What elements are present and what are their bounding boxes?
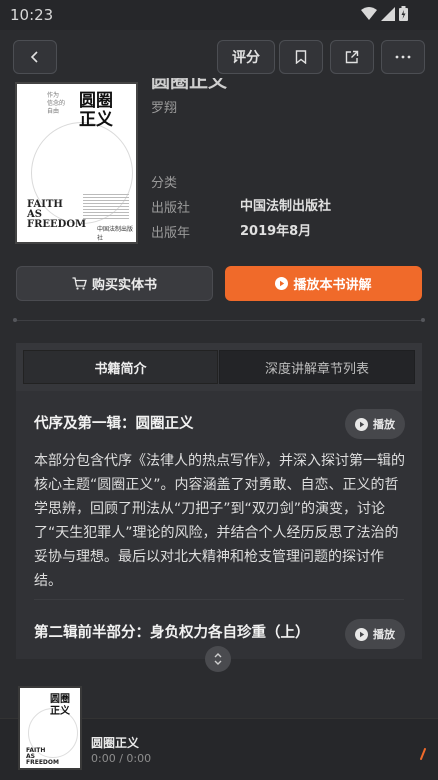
cover-series-text: 作为 信念的 自由	[47, 92, 66, 115]
expand-icon	[214, 653, 222, 665]
playback-time: 0:00 / 0:00	[91, 752, 152, 765]
section-separator	[34, 599, 404, 600]
section-title: 代序及第一辑：圆圈正义	[34, 416, 194, 432]
tab-chapter-list[interactable]: 深度讲解章节列表	[219, 350, 415, 384]
cover-publisher: 中国法制出版社	[97, 226, 134, 242]
play-circle-icon	[355, 627, 368, 641]
cover-text-block	[83, 194, 129, 220]
category-label: 分类	[151, 176, 178, 191]
more-icon	[395, 55, 411, 59]
divider-dot-right	[421, 318, 425, 322]
more-button[interactable]	[381, 40, 425, 74]
rate-button[interactable]: 评分	[217, 40, 275, 74]
bookmark-icon	[295, 50, 307, 64]
section-play-button[interactable]: 播放	[345, 619, 405, 649]
divider-dot-left	[13, 318, 17, 322]
play-label: 播放	[373, 418, 395, 431]
book-author: 罗翔	[151, 101, 178, 116]
buy-button-label: 购买实体书	[91, 278, 157, 293]
divider	[16, 320, 422, 321]
play-label: 播放	[373, 628, 395, 641]
cart-icon	[72, 277, 87, 290]
play-all-button-label: 播放本书讲解	[293, 278, 372, 293]
publish-year-label: 出版年	[151, 226, 191, 241]
status-time: 10:23	[10, 6, 54, 24]
bookmark-button[interactable]	[279, 40, 323, 74]
chevron-left-icon	[30, 51, 38, 63]
publisher-value: 中国法制出版社	[240, 199, 332, 214]
play-circle-icon	[275, 277, 289, 290]
tab-bar: 书籍简介 深度讲解章节列表	[16, 343, 422, 391]
signal-icon	[381, 6, 395, 21]
share-button[interactable]	[330, 40, 374, 74]
player-cover-english: FAITH AS FREEDOM	[26, 747, 59, 766]
player-cover: 圆圈 正义 FAITH AS FREEDOM	[20, 688, 80, 768]
book-cover: 作为 信念的 自由 圆圈 正义 FAITH AS FREEDOM 中国法制出版社	[17, 84, 136, 242]
share-icon	[345, 50, 359, 64]
battery-icon	[399, 6, 408, 21]
back-button[interactable]	[13, 40, 57, 74]
section-title: 第二辑前半部分：身负权力各自珍重（上）	[34, 625, 310, 641]
expand-button[interactable]	[205, 646, 231, 672]
wifi-icon	[361, 6, 377, 20]
status-bar: 10:23	[0, 0, 438, 30]
section-description: 本部分包含代序《法律人的热点写作》，并深入探讨第一辑的核心主题“圆圈正义”。内容…	[34, 453, 405, 589]
loading-icon	[420, 748, 426, 760]
cover-english-title: FAITH AS FREEDOM	[27, 199, 87, 230]
play-book-explanation-button[interactable]: 播放本书讲解	[225, 266, 422, 301]
status-icons	[361, 6, 408, 21]
tab-book-intro[interactable]: 书籍简介	[23, 350, 218, 384]
publisher-label: 出版社	[151, 201, 191, 216]
player-cover-title: 圆圈 正义	[50, 694, 70, 717]
play-circle-icon	[355, 417, 368, 431]
section-card: 代序及第一辑：圆圈正义 播放 本部分包含代序《法律人的热点写作》，并深入探讨第一…	[16, 391, 422, 659]
cover-title: 圆圈 正义	[79, 91, 113, 130]
publish-year-value: 2019年8月	[240, 224, 312, 239]
section-play-button[interactable]: 播放	[345, 409, 405, 439]
now-playing-title: 圆圈正义	[91, 736, 140, 750]
buy-physical-book-button[interactable]: 购买实体书	[16, 266, 213, 301]
